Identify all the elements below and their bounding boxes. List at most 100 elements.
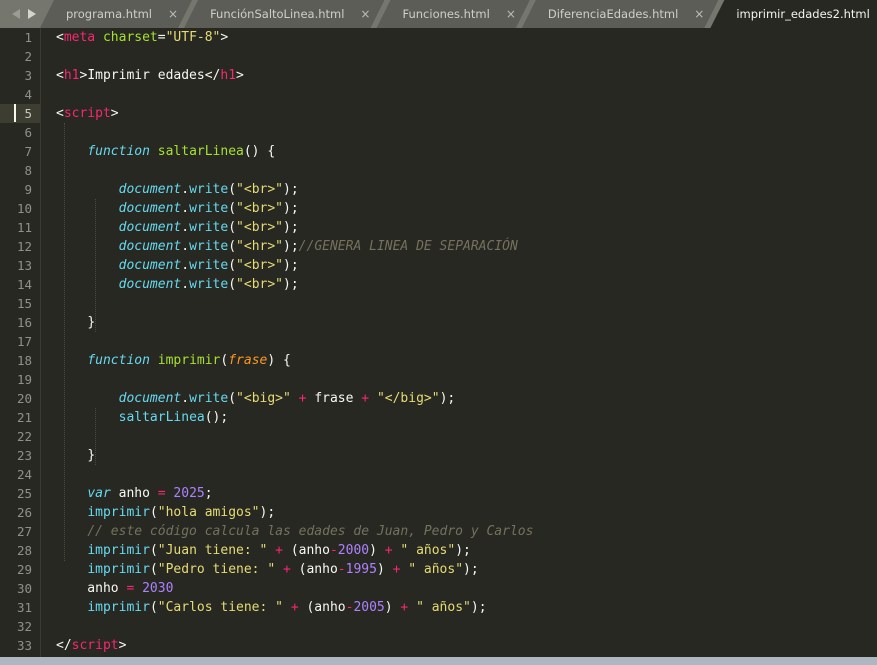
code-line[interactable] (42, 294, 877, 313)
line-number: 9 (24, 182, 32, 197)
code-token: function (87, 144, 150, 159)
code-content[interactable]: <meta charset="UTF-8"> <h1>Imprimir edade… (42, 28, 877, 657)
line-number: 28 (16, 543, 32, 558)
code-line[interactable] (42, 123, 877, 142)
code-token: document (118, 277, 182, 292)
code-line[interactable]: </script> (42, 636, 877, 655)
code-line[interactable]: imprimir("Pedro tiene: " + (anho-1995) +… (42, 560, 877, 579)
code-line[interactable]: document.write("<br>"); (42, 275, 877, 294)
code-token: . (181, 182, 190, 197)
code-token: ); (455, 543, 471, 558)
triangle-right-icon[interactable] (26, 8, 37, 20)
close-icon[interactable]: × (694, 8, 704, 20)
code-line[interactable]: function imprimir(frase) { (42, 351, 877, 370)
code-line[interactable]: <script> (42, 104, 877, 123)
code-token: </ (204, 68, 221, 83)
code-line[interactable] (42, 47, 877, 66)
code-token: ( (228, 201, 237, 216)
code-token: "<br>" (236, 258, 284, 273)
code-token: . (181, 391, 190, 406)
close-icon[interactable]: × (168, 8, 178, 20)
line-number: 24 (16, 467, 32, 482)
tab-funciones-html[interactable]: Funciones.html × (376, 0, 529, 28)
code-token: write (189, 239, 229, 254)
code-line[interactable] (42, 465, 877, 484)
code-token: "<br>" (236, 220, 284, 235)
code-line[interactable]: // este código calcula las edades de Jua… (42, 522, 877, 541)
code-token: write (189, 201, 229, 216)
tab-imprimir-edades2-html[interactable]: imprimir_edades2.html (710, 0, 877, 28)
code-token: "Pedro tiene: " (157, 562, 276, 577)
line-number: 6 (24, 125, 32, 140)
code-token: Imprimir edades (87, 68, 205, 83)
line-number: 30 (16, 581, 32, 596)
code-line[interactable]: function saltarLinea() { (42, 142, 877, 161)
code-token: + (384, 543, 393, 558)
code-token: ( (228, 220, 237, 235)
code-token: document (118, 201, 182, 216)
code-line[interactable]: imprimir("hola amigos"); (42, 503, 877, 522)
code-token: anho (56, 581, 127, 596)
code-token: (anho (290, 562, 338, 577)
line-number: 18 (16, 353, 32, 368)
code-token: " años" (416, 600, 471, 615)
line-number: 8 (24, 163, 32, 178)
code-token: < (56, 30, 64, 45)
code-token: + (361, 391, 370, 406)
code-line[interactable]: imprimir("Juan tiene: " + (anho-2000) + … (42, 541, 877, 560)
code-line[interactable]: document.write("<br>"); (42, 180, 877, 199)
code-token: ( (228, 258, 237, 273)
line-number: 33 (16, 638, 32, 653)
status-bar (0, 657, 877, 665)
code-token: . (181, 258, 190, 273)
code-line[interactable] (42, 370, 877, 389)
code-token: function (87, 353, 150, 368)
code-line[interactable]: } (42, 446, 877, 465)
code-token: (); (204, 410, 229, 425)
code-line[interactable]: document.write("<big>" + frase + "</big>… (42, 389, 877, 408)
code-line[interactable]: var anho = 2025; (42, 484, 877, 503)
close-icon[interactable]: × (506, 8, 516, 20)
code-token: imprimir (87, 543, 150, 558)
code-token: document (118, 258, 182, 273)
code-token: 2025 (173, 486, 205, 501)
code-token: < (56, 106, 64, 121)
code-line[interactable] (42, 85, 877, 104)
code-line[interactable]: <meta charset="UTF-8"> (42, 28, 877, 47)
code-line[interactable]: document.write("<br>"); (42, 199, 877, 218)
line-number: 19 (16, 372, 32, 387)
code-editor[interactable]: 1 2 3 4 5 6 7 8 9 10 11 12 13 14 15 16 17 18 19 20 21 22 23 24 2… (0, 28, 877, 657)
code-token: . (181, 201, 190, 216)
code-line[interactable] (42, 427, 877, 446)
text-cursor (14, 104, 16, 122)
code-line[interactable]: saltarLinea(); (42, 408, 877, 427)
tab-programa-html[interactable]: programa.html × (40, 0, 192, 28)
tab-funci-nsaltolinea-html[interactable]: FunciónSaltoLinea.html × (184, 0, 384, 28)
code-line[interactable]: document.write("<br>"); (42, 256, 877, 275)
code-token: - (329, 543, 338, 558)
code-token: write (189, 182, 229, 197)
code-token: ( (228, 277, 237, 292)
code-line[interactable]: imprimir("Carlos tiene: " + (anho-2005) … (42, 598, 877, 617)
tab-diferenciaedades-html[interactable]: DiferenciaEdades.html × (522, 0, 718, 28)
code-token: + (275, 543, 283, 558)
code-line[interactable]: <h1>Imprimir edades</h1> (42, 66, 877, 85)
code-line[interactable]: document.write("<hr>");//GENERA LINEA DE… (42, 237, 877, 256)
code-line[interactable]: } (42, 313, 877, 332)
code-line[interactable] (42, 161, 877, 180)
code-line[interactable]: anho = 2030 (42, 579, 877, 598)
close-icon[interactable]: × (360, 8, 370, 20)
code-token: imprimir (87, 600, 150, 615)
code-line[interactable] (42, 617, 877, 636)
triangle-left-icon[interactable] (11, 8, 22, 20)
code-line[interactable] (42, 332, 877, 351)
code-token: ); (259, 505, 276, 520)
code-line[interactable]: document.write("<br>"); (42, 218, 877, 237)
code-token: frase (228, 353, 268, 368)
